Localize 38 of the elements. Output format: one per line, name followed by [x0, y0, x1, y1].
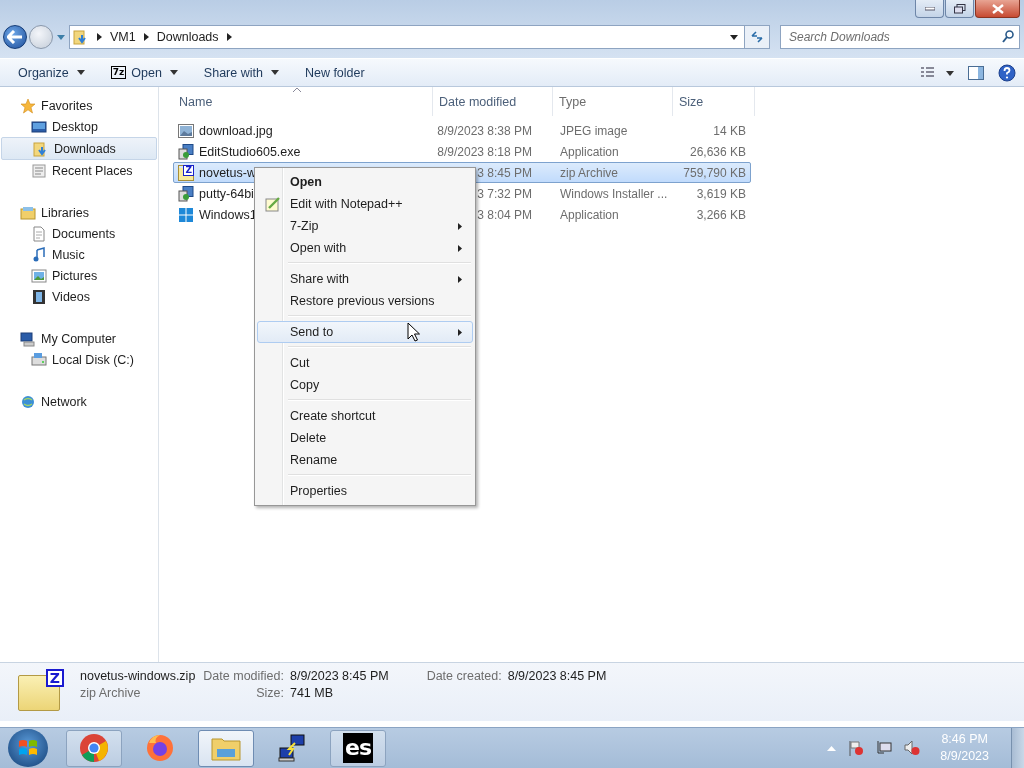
archive-app-icon: 7z: [110, 66, 127, 79]
date-cell-text: 8/9/2023 8:38 PM: [436, 123, 533, 138]
property-value: 8/9/2023 8:45 PM: [289, 669, 389, 683]
nav-label: Libraries: [41, 205, 89, 220]
date-cell-text: 3 7:32 PM: [476, 186, 533, 201]
type-cell-text: Windows Installer ...: [559, 186, 669, 201]
file-name: novetus-windows.zip: [80, 669, 196, 683]
type-cell-text: Application: [559, 207, 620, 222]
property-label: Date created:: [426, 669, 502, 683]
nav-label: My Computer: [41, 331, 117, 346]
type-cell-text: Application: [559, 144, 620, 159]
size-cell-text: 3,619 KB: [695, 186, 747, 201]
zip-archive-icon: Z: [178, 164, 194, 181]
nav-label: Documents: [52, 226, 116, 241]
size-cell-text: 26,636 KB: [688, 144, 747, 159]
property-label: Date modified:: [203, 669, 284, 683]
type-cell-text: zip Archive: [559, 165, 620, 180]
nav-label: Music: [52, 247, 85, 262]
property-label: Size:: [255, 686, 284, 700]
nav-label: Downloads: [54, 141, 116, 156]
nav-label: Videos: [52, 289, 90, 304]
nav-label: Favorites: [41, 98, 93, 113]
property-value: 8/9/2023 8:45 PM: [507, 669, 607, 683]
size-cell-text: 3,266 KB: [695, 207, 747, 222]
size-cell-text: 14 KB: [712, 123, 747, 138]
size-cell-text: 759,790 KB: [682, 165, 747, 180]
nav-label: Recent Places: [52, 163, 133, 178]
app-logo: es: [343, 733, 373, 763]
nav-label: Network: [41, 394, 87, 409]
date-cell-text: 8/9/2023 8:18 PM: [436, 144, 533, 159]
type-cell-text: JPEG image: [559, 123, 629, 138]
date-cell-text: 3 8:45 PM: [476, 165, 533, 180]
nav-label: Desktop: [52, 119, 98, 134]
nav-label: Pictures: [52, 268, 98, 283]
file-type: zip Archive: [80, 686, 142, 700]
property-value: 741 MB: [289, 686, 335, 700]
date-cell-text: 3 8:04 PM: [476, 207, 533, 222]
nav-label: Local Disk (C:): [52, 352, 134, 367]
